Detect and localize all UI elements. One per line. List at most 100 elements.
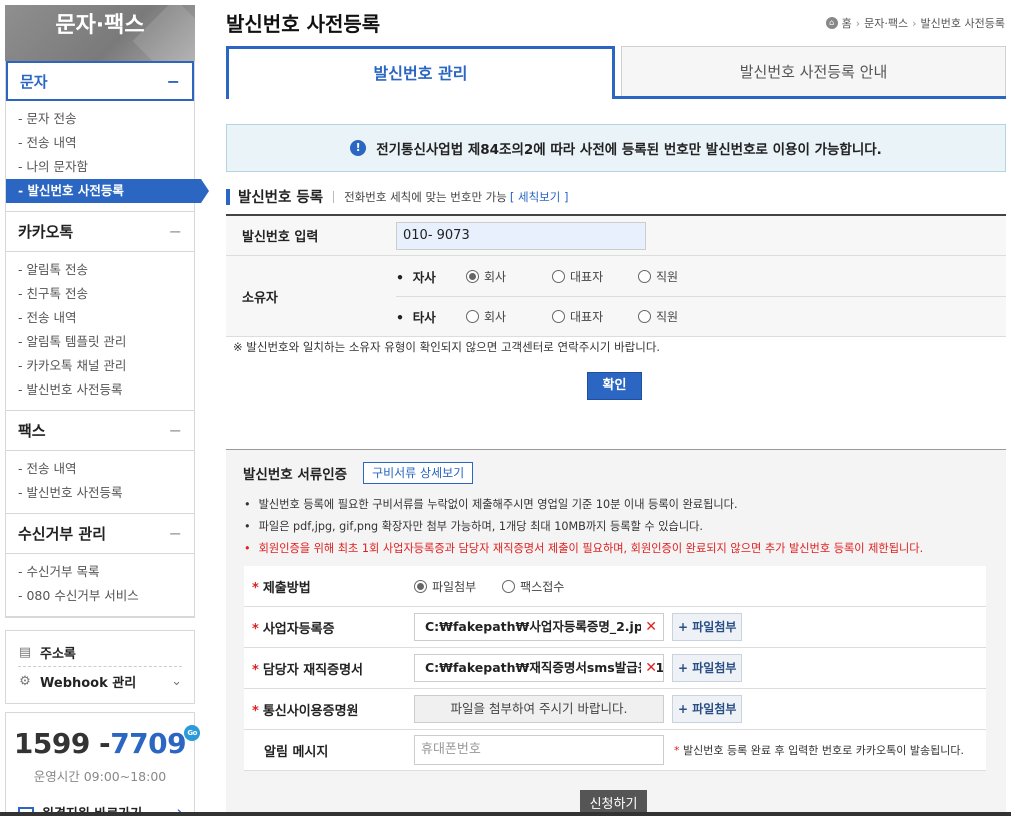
sidebar-item-sms-send[interactable]: - 문자 전송 (6, 107, 194, 131)
owner-row: 소유자 • 자사 회사 대표자 직원 • 타사 회사 대표자 직원 (226, 256, 1006, 337)
sidebar-item-fax-preregister[interactable]: - 발신번호 사전등록 (6, 481, 194, 505)
tab-bar: 발신번호 관리 발신번호 사전등록 안내 (226, 46, 1006, 99)
support-phone: 1599 -7709 Go (14, 725, 201, 760)
alert-note: * 발신번호 등록 완료 후 입력한 번호로 카카오톡이 발송됩니다. (674, 744, 964, 757)
close-icon[interactable]: ✕ (641, 655, 657, 681)
method-row: * 제출방법 파일첨부 팩스접수 (244, 566, 986, 607)
sidebar-item-template-manage[interactable]: - 알림톡 템플릿 관리 (6, 330, 194, 354)
owner-kind-label: • 자사 (396, 269, 436, 285)
notice-text: 전기통신사업법 제84조의2에 따라 사전에 등록된 번호만 발신번호로 이용이… (376, 142, 882, 158)
owner-label: 소유자 (242, 290, 278, 306)
file-label: * 통신사이용증명원 (252, 703, 359, 719)
phone-label: 발신번호 입력 (242, 230, 319, 245)
collapse-icon[interactable]: − (169, 524, 182, 543)
radio-file-attach[interactable]: 파일첨부 (414, 578, 476, 595)
sidebar-section-reject[interactable]: 수신거부 관리 − (6, 514, 194, 554)
close-icon[interactable]: ✕ (641, 614, 657, 640)
sidebar-item-kakao-history[interactable]: - 전송 내역 (6, 306, 194, 330)
sidebar-item-fax-history[interactable]: - 전송 내역 (6, 457, 194, 481)
bullet-warning: 회원인증을 위해 최초 1회 사업자등록증과 담당자 재직증명서 제출이 필요하… (244, 538, 924, 560)
phone-input[interactable]: 010- 9073 (396, 221, 646, 250)
radio-own-ceo[interactable]: 대표자 (552, 268, 612, 285)
sidebar-section-fax[interactable]: 팩스 − (6, 411, 194, 451)
sidebar-item-sender-preregister[interactable]: - 발신번호 사전등록 (6, 179, 209, 203)
file-field[interactable]: C:₩fakepath₩사업자등록증명_2.jpg ✕ (414, 613, 664, 641)
sidebar-item-sms-history[interactable]: - 전송 내역 (6, 131, 194, 155)
document-bullets: 발신번호 등록에 필요한 구비서류를 누락없이 제출해주시면 영업일 기준 10… (244, 494, 924, 560)
file-field[interactable]: 파일을 첨부하여 주시기 바랍니다. (414, 695, 664, 723)
radio-own-company[interactable]: 회사 (466, 268, 526, 285)
attach-file-button[interactable]: + 파일첨부 (672, 695, 743, 723)
alert-phone-input[interactable]: 휴대폰번호 (414, 735, 664, 765)
owner-kind-label: • 타사 (396, 310, 436, 325)
sidebar-fax-list: - 전송 내역 - 발신번호 사전등록 (6, 451, 194, 514)
document-header: 발신번호 서류인증 구비서류 상세보기 (243, 462, 474, 484)
sidebar-section-label: 문자 (20, 72, 48, 91)
sidebar-section-sms[interactable]: 문자 − (6, 61, 194, 101)
register-header: 발신번호 등록 전화번호 세칙에 맞는 번호만 가능[ 세칙보기 ] (226, 186, 568, 207)
radio-icon (502, 579, 516, 593)
radio-icon (638, 310, 651, 323)
attach-file-button[interactable]: + 파일첨부 (672, 613, 743, 641)
radio-other-company[interactable]: 회사 (466, 308, 526, 325)
sidebar: 문자·팩스 문자 − - 문자 전송 - 전송 내역 - 나의 문자함 - 발신… (5, 5, 209, 618)
collapse-icon[interactable]: − (169, 222, 182, 241)
file-row-employment-cert: * 담당자 재직증명서 C:₩fakepath₩재직증명서sms발급용_1. ✕ +… (244, 648, 986, 689)
radio-icon (466, 310, 479, 323)
register-subtitle: 전화번호 세칙에 맞는 번호만 가능[ 세칙보기 ] (344, 189, 569, 204)
attach-file-button[interactable]: + 파일첨부 (672, 654, 743, 682)
confirm-button[interactable]: 확인 (587, 372, 642, 400)
register-note: ※ 발신번호와 일치하는 소유자 유형이 확인되지 않으면 고객센터로 연락주시… (233, 340, 661, 354)
radio-icon (552, 269, 565, 283)
sidebar-item-080-service[interactable]: - 080 수신거부 서비스 (6, 584, 194, 608)
exclamation-icon: ! (350, 140, 367, 156)
home-icon[interactable]: ⌂ (825, 17, 838, 29)
address-book-icon: ▤ (18, 645, 32, 660)
sidebar-sms-list: - 문자 전송 - 전송 내역 - 나의 문자함 - 발신번호 사전등록 (6, 101, 209, 212)
document-section: 발신번호 서류인증 구비서류 상세보기 발신번호 등록에 필요한 구비서류를 누… (226, 449, 1006, 816)
rules-link[interactable]: [ 세칙보기 ] (510, 190, 569, 204)
breadcrumb-current: 발신번호 사전등록 (920, 17, 1005, 30)
sidebar-item-channel-manage[interactable]: - 카카오톡 채널 관리 (6, 354, 194, 378)
breadcrumb-section[interactable]: 문자·팩스 (864, 15, 908, 31)
collapse-icon[interactable]: − (167, 72, 180, 91)
tab-preregister-guide[interactable]: 발신번호 사전등록 안내 (621, 46, 1006, 96)
webhook-link[interactable]: ⚙ Webhook 관리 ⌄ (18, 667, 182, 695)
radio-checked-icon (414, 579, 427, 593)
bullet-item: 발신번호 등록에 필요한 구비서류를 누락없이 제출해주시면 영업일 기준 10… (244, 494, 923, 516)
radio-fax-submit[interactable]: 팩스접수 (502, 578, 564, 595)
breadcrumb-home[interactable]: 홈 (842, 15, 852, 31)
utility-links: ▤ 주소록 ⚙ Webhook 관리 ⌄ (5, 630, 195, 704)
document-detail-button[interactable]: 구비서류 상세보기 (363, 462, 474, 484)
radio-icon (638, 269, 651, 283)
sidebar-menu: 문자 − - 문자 전송 - 전송 내역 - 나의 문자함 - 발신번호 사전등… (5, 61, 209, 618)
sidebar-item-reject-list[interactable]: - 수신거부 목록 (6, 560, 194, 584)
breadcrumb: ⌂ 홈 › 문자·팩스 › 발신번호 사전등록 (825, 15, 1005, 31)
sidebar-item-my-messages[interactable]: - 나의 문자함 (6, 155, 194, 179)
tab-sender-manage[interactable]: 발신번호 관리 (226, 46, 615, 99)
chevron-right-icon: › (912, 16, 917, 30)
sidebar-section-label: 수신거부 관리 (18, 525, 107, 543)
section-marker (226, 188, 230, 205)
sidebar-section-kakaotalk[interactable]: 카카오톡 − (6, 212, 194, 252)
support-box: 1599 -7709 Go 운영시간 09:00~18:00 원격지원 바로가기… (5, 712, 201, 816)
radio-other-employee[interactable]: 직원 (638, 308, 698, 325)
sidebar-section-label: 팩스 (18, 422, 46, 440)
alert-label: 알림 메시지 (264, 744, 329, 760)
sidebar-kakaotalk-list: - 알림톡 전송 - 친구톡 전송 - 전송 내역 - 알림톡 템플릿 관리 -… (6, 252, 194, 411)
collapse-icon[interactable]: − (169, 421, 182, 440)
phone-row: 발신번호 입력 010- 9073 (226, 216, 1006, 256)
sidebar-item-kakao-preregister[interactable]: - 발신번호 사전등록 (6, 378, 194, 402)
sidebar-reject-list: - 수신거부 목록 - 080 수신거부 서비스 (6, 554, 194, 617)
radio-icon (552, 310, 565, 323)
bullet-item: 파일은 pdf,jpg, gif,png 확장자만 첨부 가능하며, 1개당 최… (244, 516, 923, 538)
gear-icon: ⚙ (19, 673, 31, 689)
sidebar-item-friendtalk-send[interactable]: - 친구톡 전송 (6, 282, 194, 306)
radio-other-ceo[interactable]: 대표자 (552, 308, 612, 325)
file-label: * 사업자등록증 (252, 621, 335, 637)
file-field[interactable]: C:₩fakepath₩재직증명서sms발급용_1. ✕ (414, 654, 664, 682)
address-book-link[interactable]: ▤ 주소록 (18, 639, 182, 667)
sidebar-item-alimtalk-send[interactable]: - 알림톡 전송 (6, 258, 194, 282)
radio-own-employee[interactable]: 직원 (638, 268, 698, 285)
go-badge[interactable]: Go (184, 725, 201, 741)
